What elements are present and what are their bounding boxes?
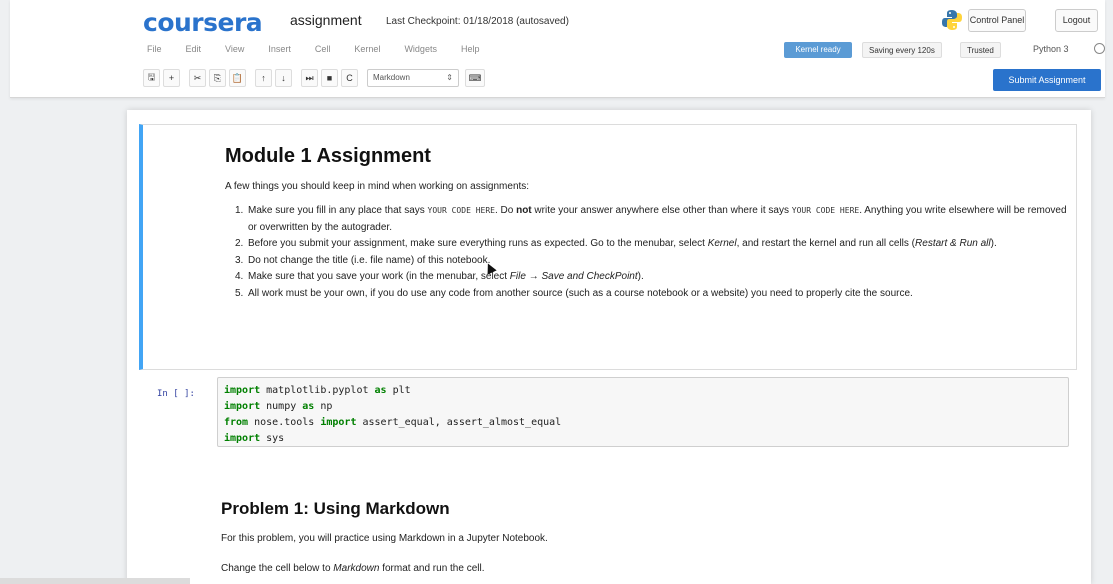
menu-file[interactable]: File [147, 44, 162, 58]
markdown-cell-problem-1[interactable]: Problem 1: Using Markdown For this probl… [221, 499, 1071, 584]
notebook-toolbar: 🖫 + ✂ ⎘ 📋 ↑ ↓ ⏭ ■ C Markdown ⇕ ⌨ [143, 68, 488, 88]
arrow-up-icon[interactable]: ↑ [255, 69, 272, 87]
markdown-rendered: Module 1 Assignment A few things you sho… [225, 145, 1075, 302]
paste-icon[interactable]: 📋 [229, 69, 246, 87]
menu-view[interactable]: View [225, 44, 244, 58]
kernel-name[interactable]: Python 3 [1033, 44, 1069, 54]
plus-icon[interactable]: + [163, 69, 180, 87]
markdown-cell-selected[interactable]: Module 1 Assignment A few things you sho… [139, 124, 1077, 370]
code-line: import sys [224, 433, 285, 444]
logout-button[interactable]: Logout [1055, 9, 1098, 32]
menu-insert[interactable]: Insert [268, 44, 291, 58]
menubar: File Edit View Insert Cell Kernel Widget… [143, 44, 479, 58]
checkpoint-status: Last Checkpoint: 01/18/2018 (autosaved) [386, 16, 569, 27]
browser-status-bar [0, 578, 190, 584]
menu-widgets[interactable]: Widgets [404, 44, 437, 58]
step-run-icon[interactable]: ⏭ [301, 69, 318, 87]
menu-edit[interactable]: Edit [186, 44, 202, 58]
arrow-down-icon[interactable]: ↓ [275, 69, 292, 87]
kernel-idle-icon [1094, 43, 1105, 54]
stop-icon[interactable]: ■ [321, 69, 338, 87]
list-item: 2. Before you submit your assignment, ma… [235, 238, 997, 249]
rules-list: 1. Make sure you fill in any place that … [225, 203, 1075, 302]
trusted-badge[interactable]: Trusted [960, 42, 1001, 58]
code-line: from nose.tools import assert_equal, ass… [224, 417, 562, 428]
list-item: 4. Make sure that you save your work (in… [235, 271, 644, 282]
control-panel-button[interactable]: Control Panel [968, 9, 1026, 32]
python-logo-icon [942, 10, 962, 30]
coursera-logo[interactable]: coursera [143, 8, 263, 37]
restart-icon[interactable]: C [341, 69, 358, 87]
copy-icon[interactable]: ⎘ [209, 69, 226, 87]
cell-type-select[interactable]: Markdown ⇕ [367, 69, 459, 87]
keyboard-icon[interactable]: ⌨ [465, 69, 485, 87]
cell-type-value: Markdown [373, 73, 410, 82]
list-item: 3. Do not change the title (i.e. file na… [235, 254, 491, 266]
instruction-paragraph: Change the cell below to Markdown format… [221, 563, 485, 574]
problem-heading: Problem 1: Using Markdown [221, 499, 450, 518]
select-caret-icon: ⇕ [446, 73, 453, 82]
kernel-status-badge: Kernel ready [784, 42, 852, 58]
autosave-status: Saving every 120s [862, 42, 942, 58]
menu-cell[interactable]: Cell [315, 44, 331, 58]
menu-kernel[interactable]: Kernel [354, 44, 380, 58]
problem-paragraph: For this problem, you will practice usin… [221, 533, 548, 544]
list-item: 5. All work must be your own, if you do … [235, 287, 913, 299]
code-line: import numpy as np [224, 401, 333, 412]
assignment-heading: Module 1 Assignment [225, 145, 431, 167]
notebook-container: Module 1 Assignment A few things you sho… [127, 110, 1091, 584]
cut-icon[interactable]: ✂ [189, 69, 206, 87]
code-cell-input[interactable]: import matplotlib.pyplot as plt import n… [217, 377, 1069, 447]
notebook-title[interactable]: assignment [290, 12, 362, 28]
save-icon[interactable]: 🖫 [143, 69, 160, 87]
list-item: 1. Make sure you fill in any place that … [235, 205, 1067, 233]
code-line: import matplotlib.pyplot as plt [224, 385, 411, 396]
menu-help[interactable]: Help [461, 44, 480, 58]
code-cell-prompt: In [ ]: [157, 389, 195, 399]
intro-paragraph: A few things you should keep in mind whe… [225, 181, 530, 192]
submit-assignment-button[interactable]: Submit Assignment [993, 69, 1101, 91]
notebook-header: coursera assignment Last Checkpoint: 01/… [10, 0, 1105, 98]
